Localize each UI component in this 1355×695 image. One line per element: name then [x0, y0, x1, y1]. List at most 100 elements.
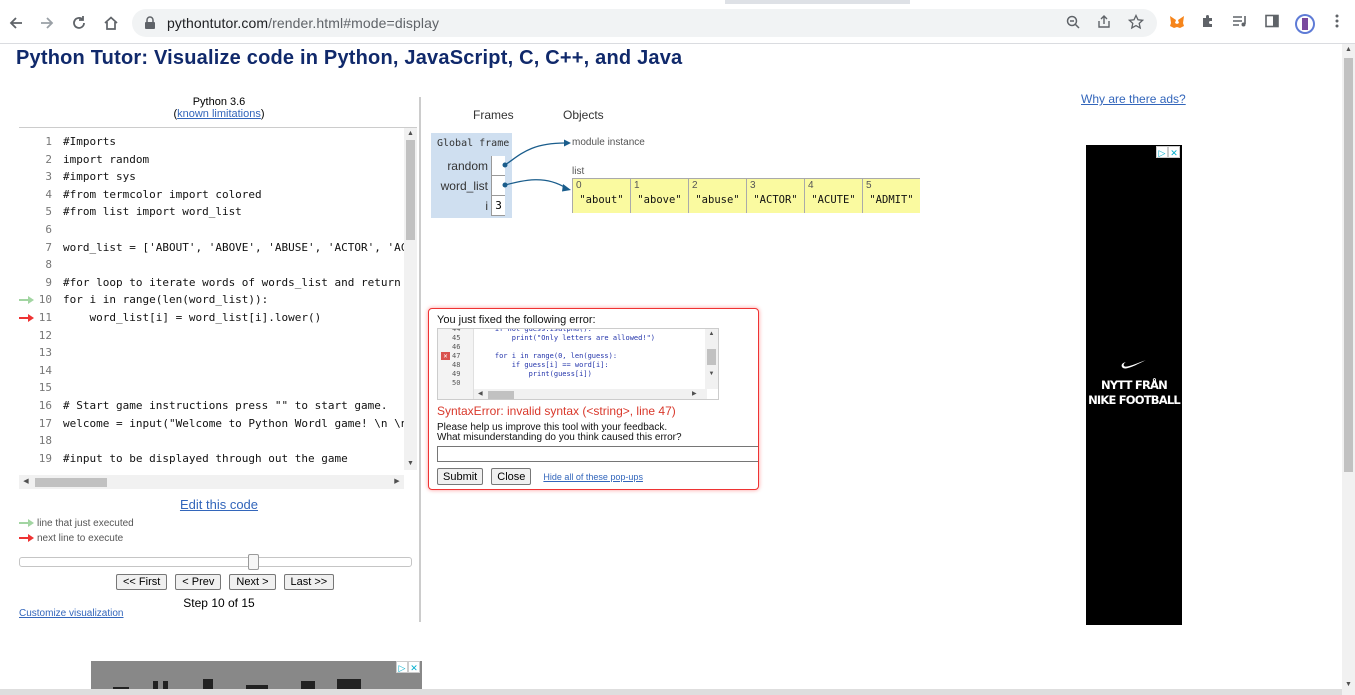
navigation-buttons: << First < Prev Next > Last >> [116, 574, 335, 590]
code-line: 10 for i in range(len(word_list)): [19, 291, 404, 309]
code-line: 4 #from termcolor import colored [19, 186, 404, 204]
step-slider-track[interactable] [19, 557, 412, 567]
page-vertical-scrollbar[interactable]: ▲ ▼ [1342, 44, 1355, 695]
side-panel-icon[interactable] [1262, 13, 1282, 33]
line-number: 19 [38, 451, 52, 465]
var-value-cell: 3 [491, 196, 505, 216]
step-slider-handle[interactable] [248, 554, 259, 570]
home-icon[interactable] [100, 12, 122, 34]
known-limitations-link[interactable]: known limitations [177, 108, 261, 120]
page-scrollbar-thumb[interactable] [1344, 58, 1353, 472]
edit-code-link[interactable]: Edit this code [19, 497, 419, 512]
scroll-up-arrow-icon[interactable]: ▲ [404, 128, 417, 140]
scroll-down-arrow-icon[interactable]: ▼ [404, 458, 417, 470]
share-icon[interactable] [1095, 14, 1113, 32]
scroll-left-arrow-icon[interactable]: ◀ [19, 475, 33, 489]
line-number: 14 [38, 363, 52, 377]
global-frame: Global frame random word_list i 3 [431, 133, 512, 218]
snippet-scroll-up-icon[interactable]: ▲ [705, 331, 718, 337]
line-number: 20 [19, 467, 52, 469]
snippet-scroll-left-icon[interactable]: ◀ [478, 390, 483, 397]
extensions-puzzle-icon[interactable] [1198, 13, 1218, 33]
code-line: 9 #for loop to iterate words of words_lis… [19, 274, 404, 292]
line-number: 9 [45, 275, 52, 289]
page-horizontal-scrollbar[interactable] [0, 689, 1342, 695]
line-number: 7 [45, 240, 52, 254]
line-source: welcome = input("Welcome to Python Wordl… [63, 416, 404, 430]
tab-strip-segment [0, 0, 725, 4]
line-number: 16 [38, 398, 52, 412]
var-row: i 3 [431, 196, 512, 216]
back-icon[interactable] [5, 12, 27, 34]
scrollbar-thumb[interactable] [488, 391, 514, 399]
list-index: 1 [634, 180, 640, 191]
last-button[interactable]: Last >> [283, 574, 335, 590]
list-index: 4 [808, 180, 814, 191]
ad-choices-icon[interactable]: ▷ [1156, 146, 1168, 158]
code-lines: 1 #Imports 2 import random 3 #import sys 4 #fro… [19, 133, 404, 469]
reload-icon[interactable] [68, 12, 90, 34]
snippet-line: 46 [438, 343, 708, 352]
code-line: 19 #input to be displayed through out the… [19, 450, 404, 468]
ad-close-icon[interactable]: ✕ [1168, 146, 1180, 158]
close-button[interactable]: Close [491, 468, 532, 485]
snippet-scroll-right-icon[interactable]: ▶ [692, 390, 697, 397]
nike-ad-banner[interactable]: ▷ ✕ NYTT FRÅN NIKE FOOTBALL [1086, 145, 1182, 625]
nike-swoosh-icon [1121, 360, 1146, 369]
submit-button[interactable]: Submit [437, 468, 484, 485]
ad-choices-icon[interactable]: ▷ [396, 661, 408, 673]
limitations-line: (known limitations) [173, 108, 265, 120]
feedback-prompt: Please help us improve this tool with yo… [437, 423, 682, 443]
snippet-line-number: 47 [452, 352, 461, 360]
scroll-right-arrow-icon[interactable]: ▶ [390, 475, 404, 489]
page-scroll-up-icon[interactable]: ▲ [1342, 44, 1355, 56]
metamask-extension-icon[interactable] [1167, 13, 1187, 33]
ad-choices-badge[interactable]: ▷ ✕ [396, 661, 420, 673]
line-number: 1 [45, 135, 52, 148]
why-ads-link[interactable]: Why are there ads? [1081, 92, 1186, 106]
list-value: "ACTOR" [753, 194, 798, 206]
scrollbar-thumb[interactable] [35, 478, 107, 487]
browser-menu-icon[interactable] [1327, 13, 1347, 33]
list-type-label: list [572, 166, 585, 177]
forward-icon[interactable] [36, 12, 58, 34]
bookmark-star-icon[interactable] [1127, 13, 1145, 32]
next-button[interactable]: Next > [229, 574, 276, 590]
hide-popups-link[interactable]: Hide all of these pop-ups [543, 472, 643, 482]
code-line: 17 welcome = input("Welcome to Python Wor… [19, 415, 404, 433]
code-line: 14 [19, 362, 404, 380]
line-source: #for loop to iterate words of words_list… [63, 275, 404, 289]
snippet-vertical-scrollbar[interactable]: ▲ ▼ [705, 329, 718, 389]
scrollbar-thumb[interactable] [406, 140, 415, 240]
prev-button[interactable]: < Prev [175, 574, 222, 590]
var-pointer-cell [491, 176, 505, 196]
line-source: word_list[i] = word_list[i].lower() [63, 310, 322, 324]
ad-text: NYTT FRÅN NIKE FOOTBALL [1086, 378, 1182, 408]
snippet-horizontal-scrollbar[interactable]: ◀ ▶ [474, 389, 707, 399]
customize-visualization-link[interactable]: Customize visualization [19, 608, 124, 619]
url-path: /render.html#mode=display [268, 15, 440, 31]
list-cell: 3 "ACTOR" [746, 179, 804, 213]
scrollbar-thumb[interactable] [707, 349, 716, 365]
first-button[interactable]: << First [116, 574, 168, 590]
zoom-icon[interactable] [1064, 14, 1082, 32]
line-source: # Start game instructions press "" to st… [63, 398, 388, 412]
list-index: 5 [866, 180, 872, 191]
address-bar[interactable]: pythontutor.com/render.html#mode=display [132, 9, 1157, 37]
code-line: 13 [19, 344, 404, 362]
profile-avatar[interactable] [1294, 13, 1315, 34]
code-line: 8 [19, 256, 404, 274]
code-vertical-scrollbar[interactable]: ▲ ▼ [404, 128, 417, 470]
code-horizontal-scrollbar[interactable]: ◀ ▶ [19, 475, 404, 489]
objects-header: Objects [563, 108, 604, 122]
snippet-scroll-down-icon[interactable]: ▼ [705, 371, 718, 377]
line-number: 13 [38, 346, 52, 360]
line-source: #from list import word_list [63, 205, 242, 219]
media-queue-icon[interactable] [1230, 13, 1250, 33]
feedback-input[interactable] [437, 446, 758, 462]
snippet-line: 50 [438, 379, 708, 388]
ad-close-icon[interactable]: ✕ [408, 661, 420, 673]
ad-choices-badge[interactable]: ▷ ✕ [1156, 146, 1180, 158]
line-number: 12 [38, 328, 52, 342]
page-scroll-down-icon[interactable]: ▼ [1342, 679, 1355, 691]
